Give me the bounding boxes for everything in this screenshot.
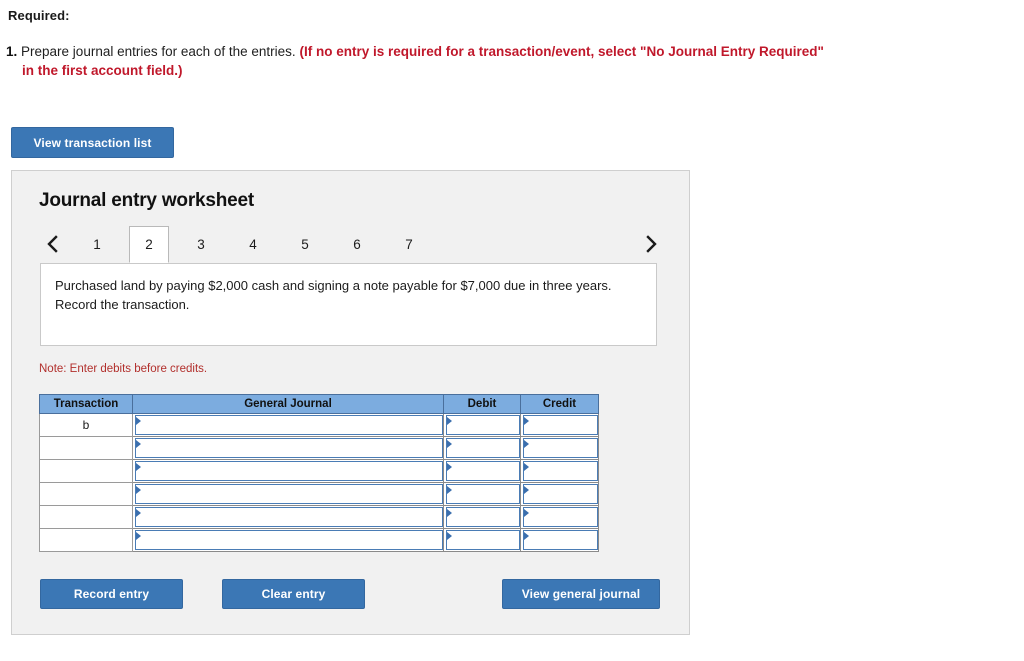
- debit-input[interactable]: [446, 461, 520, 481]
- credit-cell[interactable]: [520, 413, 599, 437]
- dropdown-caret-icon: [136, 440, 141, 448]
- required-item-emphasis-line2: in the first account field.): [22, 63, 183, 78]
- view-general-journal-button[interactable]: View general journal: [502, 579, 660, 609]
- dropdown-caret-icon: [136, 463, 141, 471]
- tab-3[interactable]: 3: [181, 226, 221, 263]
- transaction-label-cell: [39, 528, 133, 552]
- column-header-transaction: Transaction: [39, 394, 133, 414]
- account-select[interactable]: [135, 484, 443, 504]
- debit-input[interactable]: [446, 530, 520, 550]
- dropdown-caret-icon: [136, 509, 141, 517]
- required-item-number: 1.: [6, 44, 18, 59]
- transaction-label-cell: [39, 436, 133, 460]
- transaction-label-cell: [39, 459, 133, 483]
- general-journal-cell[interactable]: [132, 436, 444, 460]
- journal-entry-worksheet-panel: Journal entry worksheet 1 2 3 4 5 6 7 Pu…: [11, 170, 690, 635]
- general-journal-cell[interactable]: [132, 528, 444, 552]
- chevron-right-icon[interactable]: [639, 229, 663, 259]
- table-header-row: Transaction General Journal Debit Credit: [39, 394, 599, 414]
- transaction-description-text: Purchased land by paying $2,000 cash and…: [55, 278, 612, 312]
- chevron-left-icon[interactable]: [40, 229, 64, 259]
- tab-7[interactable]: 7: [389, 226, 429, 263]
- record-entry-button[interactable]: Record entry: [40, 579, 183, 609]
- debit-cell[interactable]: [443, 413, 521, 437]
- column-header-credit: Credit: [520, 394, 599, 414]
- tab-4[interactable]: 4: [233, 226, 273, 263]
- view-transaction-list-button[interactable]: View transaction list: [11, 127, 174, 158]
- dropdown-caret-icon: [524, 486, 529, 494]
- credit-input[interactable]: [523, 438, 598, 458]
- credit-input[interactable]: [523, 530, 598, 550]
- credit-input[interactable]: [523, 507, 598, 527]
- tab-6[interactable]: 6: [337, 226, 377, 263]
- journal-entry-table: Transaction General Journal Debit Credit…: [39, 394, 599, 552]
- required-item-emphasis-line1: (If no entry is required for a transacti…: [299, 44, 824, 59]
- dropdown-caret-icon: [524, 463, 529, 471]
- account-select[interactable]: [135, 507, 443, 527]
- dropdown-caret-icon: [136, 532, 141, 540]
- table-row: b: [39, 413, 599, 437]
- debit-cell[interactable]: [443, 459, 521, 483]
- debit-input[interactable]: [446, 415, 520, 435]
- column-header-general-journal: General Journal: [132, 394, 444, 414]
- debit-cell[interactable]: [443, 505, 521, 529]
- required-item-text: Prepare journal entries for each of the …: [21, 44, 296, 59]
- account-select[interactable]: [135, 461, 443, 481]
- dropdown-caret-icon: [524, 417, 529, 425]
- dropdown-caret-icon: [447, 509, 452, 517]
- account-select[interactable]: [135, 415, 443, 435]
- account-select[interactable]: [135, 438, 443, 458]
- worksheet-title: Journal entry worksheet: [39, 190, 255, 211]
- dropdown-caret-icon: [447, 440, 452, 448]
- general-journal-cell[interactable]: [132, 459, 444, 483]
- dropdown-caret-icon: [524, 440, 529, 448]
- credit-cell[interactable]: [520, 459, 599, 483]
- transaction-label-cell: [39, 505, 133, 529]
- dropdown-caret-icon: [447, 486, 452, 494]
- debit-input[interactable]: [446, 507, 520, 527]
- credit-cell[interactable]: [520, 528, 599, 552]
- transaction-description-box: Purchased land by paying $2,000 cash and…: [40, 263, 657, 346]
- column-header-debit: Debit: [443, 394, 521, 414]
- clear-entry-button[interactable]: Clear entry: [222, 579, 365, 609]
- account-select[interactable]: [135, 530, 443, 550]
- credit-input[interactable]: [523, 484, 598, 504]
- credit-cell[interactable]: [520, 505, 599, 529]
- general-journal-cell[interactable]: [132, 482, 444, 506]
- credit-input[interactable]: [523, 461, 598, 481]
- debit-cell[interactable]: [443, 528, 521, 552]
- dropdown-caret-icon: [447, 463, 452, 471]
- transaction-label-cell: b: [39, 413, 133, 437]
- general-journal-cell[interactable]: [132, 505, 444, 529]
- credit-cell[interactable]: [520, 436, 599, 460]
- debit-input[interactable]: [446, 438, 520, 458]
- transaction-label-cell: [39, 482, 133, 506]
- dropdown-caret-icon: [524, 532, 529, 540]
- dropdown-caret-icon: [447, 417, 452, 425]
- debits-before-credits-note: Note: Enter debits before credits.: [39, 363, 208, 375]
- general-journal-cell[interactable]: [132, 413, 444, 437]
- tab-2[interactable]: 2: [129, 226, 169, 263]
- tab-5[interactable]: 5: [285, 226, 325, 263]
- dropdown-caret-icon: [136, 417, 141, 425]
- tab-1[interactable]: 1: [77, 226, 117, 263]
- required-heading: Required:: [8, 8, 70, 23]
- dropdown-caret-icon: [447, 532, 452, 540]
- table-row: [39, 459, 599, 483]
- worksheet-tabstrip: 1 2 3 4 5 6 7: [32, 226, 672, 264]
- debit-input[interactable]: [446, 484, 520, 504]
- required-item-1: 1. Prepare journal entries for each of t…: [6, 42, 996, 80]
- credit-cell[interactable]: [520, 482, 599, 506]
- debit-cell[interactable]: [443, 482, 521, 506]
- credit-input[interactable]: [523, 415, 598, 435]
- debit-cell[interactable]: [443, 436, 521, 460]
- table-row: [39, 528, 599, 552]
- table-row: [39, 482, 599, 506]
- dropdown-caret-icon: [136, 486, 141, 494]
- table-row: [39, 436, 599, 460]
- dropdown-caret-icon: [524, 509, 529, 517]
- table-row: [39, 505, 599, 529]
